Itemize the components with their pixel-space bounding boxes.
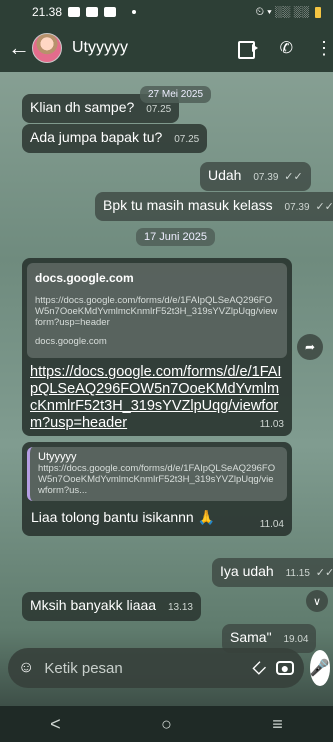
nav-home-button[interactable]: ○ — [161, 714, 172, 735]
preview-domain: docs.google.com — [35, 271, 134, 285]
message-input[interactable] — [44, 659, 244, 677]
video-call-icon[interactable] — [237, 41, 258, 59]
message-time: 07.25 — [146, 104, 172, 115]
mic-icon[interactable]: 🎤 — [309, 650, 330, 686]
link-text[interactable]: https://docs.google.com/forms/d/e/1FAIpQ… — [30, 364, 284, 432]
read-check-icon: ✓✓ — [284, 171, 303, 183]
message-text: Liaa tolong bantu isikannn 🙏 — [31, 509, 216, 525]
message-incoming[interactable]: Ada jumpa bapak tu? 07.25 — [22, 124, 208, 153]
message-composer[interactable]: ☺ ⊔ ● — [8, 648, 304, 688]
date-chip-overlay: 27 Mei 2025 — [140, 86, 212, 103]
avatar[interactable] — [32, 33, 62, 63]
chat-header: ← Utyyyyy ✆ ⋮ — [0, 24, 333, 72]
message-incoming[interactable]: Mksih banyakk liaaa 13.13 — [22, 592, 201, 621]
quote-text: https://docs.google.com/forms/d/e/1FAIpQ… — [38, 463, 276, 496]
system-nav-bar: < ○ ≡ — [0, 706, 333, 742]
notification-icon — [68, 7, 81, 17]
message-link[interactable]: docs.google.com https://docs.google.com/… — [22, 258, 292, 436]
chat-area[interactable]: Klian dh sampe? 07.25 27 Mei 2025 Ada ju… — [0, 72, 333, 653]
message-time: 07.39 — [253, 172, 279, 183]
message-text: Udah — [208, 167, 242, 183]
notification-dot-icon — [132, 10, 137, 14]
date-chip: 17 Juni 2025 — [136, 228, 215, 246]
input-bar: ☺ ⊔ ● 🎤 — [0, 640, 333, 696]
phone-icon[interactable]: ✆ — [280, 38, 293, 58]
message-outgoing[interactable]: Iya udah 11.15 ✓✓ — [212, 558, 333, 587]
link-preview[interactable]: docs.google.com https://docs.google.com/… — [27, 263, 287, 358]
message-text: Klian dh sampe? — [30, 99, 135, 115]
status-icons: ⏲ ▾ ░░ ░░ — [255, 5, 309, 18]
quoted-message[interactable]: Utyyyyy https://docs.google.com/forms/d/… — [27, 447, 287, 501]
nav-back-button[interactable]: < — [50, 714, 61, 735]
notification-icon — [86, 7, 99, 17]
notification-icon — [104, 7, 117, 17]
message-time: 13.13 — [167, 602, 193, 613]
message-outgoing[interactable]: Bpk tu masih masuk kelass 07.39 ✓✓ — [95, 192, 333, 221]
contact-name[interactable]: Utyyyyy — [72, 39, 128, 57]
message-reply[interactable]: Utyyyyy https://docs.google.com/forms/d/… — [22, 442, 292, 536]
back-arrow-icon[interactable]: ← — [8, 37, 30, 59]
preview-url: https://docs.google.com/forms/d/e/1FAIpQ… — [35, 295, 278, 328]
camera-icon[interactable]: ● — [275, 660, 294, 676]
nav-recents-button[interactable]: ≡ — [272, 714, 283, 735]
message-time: 07.25 — [174, 134, 200, 145]
chevron-down-icon[interactable]: ∨ — [306, 590, 328, 612]
message-time: 11.04 — [259, 519, 284, 530]
emoji-icon[interactable]: ☺ — [18, 659, 34, 677]
message-outgoing[interactable]: Udah 07.39 ✓✓ — [200, 162, 311, 191]
message-time: 07.39 — [284, 202, 310, 213]
message-time: 11.15 — [285, 568, 310, 579]
message-text: Ada jumpa bapak tu? — [30, 129, 163, 145]
read-check-icon: ✓✓ — [315, 567, 333, 579]
message-time: 11.03 — [259, 419, 284, 430]
forward-icon[interactable]: ➦ — [297, 334, 323, 360]
preview-subtitle: docs.google.com — [35, 336, 107, 347]
status-time: 21.38 — [32, 5, 63, 19]
status-bar: 21.38 ⏲ ▾ ░░ ░░ — [0, 0, 333, 24]
message-text: Iya udah — [220, 563, 274, 579]
more-vert-icon[interactable]: ⋮ — [315, 38, 333, 59]
paperclip-icon[interactable]: ⊔ — [248, 657, 271, 680]
battery-icon — [315, 6, 321, 18]
quote-author: Utyyyyy — [38, 451, 77, 463]
read-check-icon: ✓✓ — [315, 201, 333, 213]
message-text: Mksih banyakk liaaa — [30, 597, 157, 613]
message-text: Bpk tu masih masuk kelass — [103, 197, 273, 213]
